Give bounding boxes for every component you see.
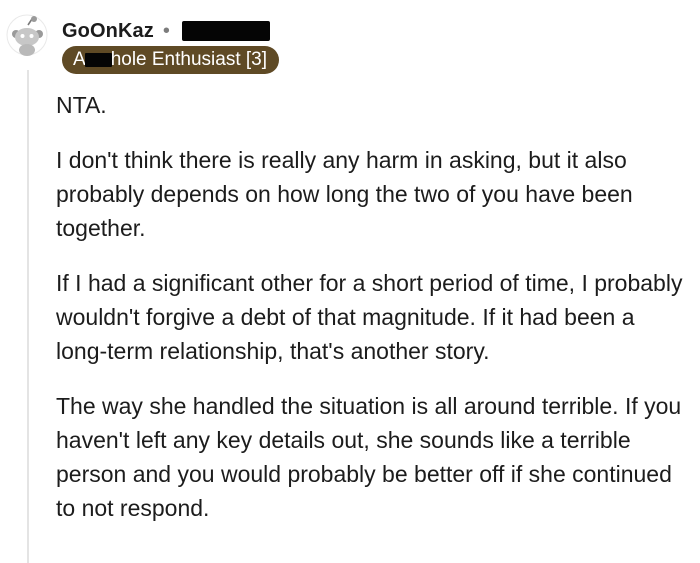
comment-header: GoOnKaz • [62, 16, 270, 46]
username-link[interactable]: GoOnKaz [62, 20, 154, 43]
comment-paragraph: If I had a significant other for a short… [56, 270, 683, 364]
snoo-avatar-icon [6, 14, 48, 56]
comment-body: NTA. I don't think there is really any h… [56, 88, 692, 546]
thread-line[interactable] [27, 70, 29, 563]
comment-paragraph: NTA. [56, 92, 107, 118]
avatar[interactable] [6, 14, 48, 56]
flair-text-end: hole Enthusiast [3] [110, 49, 268, 70]
flair-redaction-mark [84, 53, 112, 67]
comment-paragraph: I don't think there is really any harm i… [56, 147, 633, 241]
user-flair-badge: Ahole Enthusiast [3] [62, 46, 280, 74]
comment-paragraph: The way she handled the situation is all… [56, 393, 682, 521]
meta-separator: • [162, 19, 170, 42]
flair-text-start: A [73, 49, 86, 70]
redaction-mark [181, 21, 270, 41]
